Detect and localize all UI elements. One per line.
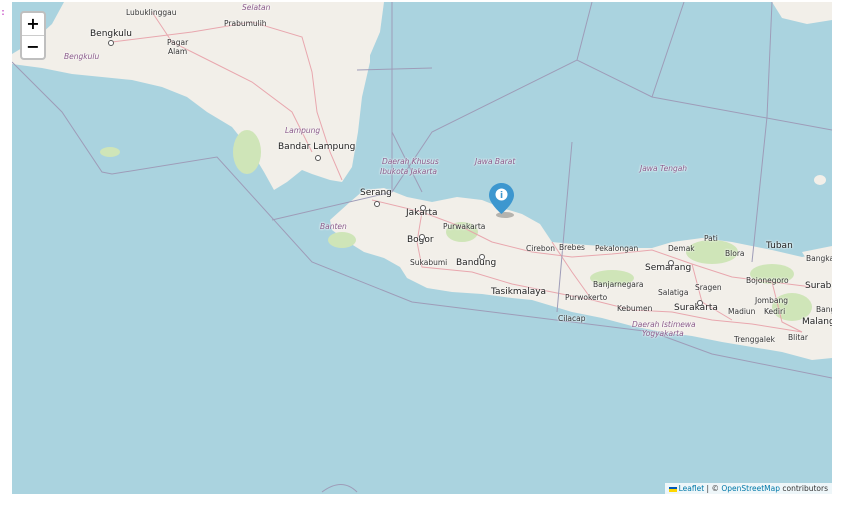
place-label-lubuklinggau: Lubuklinggau	[126, 8, 177, 17]
place-label-yogyakarta: Yogyakarta	[642, 329, 684, 338]
attribution-separator: | ©	[704, 484, 722, 493]
place-label-lampung: Lampung	[285, 126, 321, 135]
place-label-cirebon: Cirebon	[526, 244, 555, 253]
place-label-blitar: Blitar	[788, 333, 808, 342]
city-dot	[419, 234, 425, 240]
city-dot	[697, 300, 703, 306]
ukraine-flag-icon	[668, 486, 677, 492]
place-label-purwokerto: Purwokerto	[565, 293, 608, 302]
place-label-pagar-alam: Pagar Alam	[167, 38, 189, 56]
place-label-bangka: Bangka	[806, 254, 832, 263]
place-label-tasikmalaya: Tasikmalaya	[491, 287, 547, 297]
place-label-kebumen: Kebumen	[617, 304, 653, 313]
place-label-ibukota-jakarta: Ibukota Jakarta	[380, 167, 437, 176]
city-dot	[108, 40, 114, 46]
page-marker: :	[0, 7, 7, 18]
place-label-tuban: Tuban	[766, 241, 793, 251]
place-label-bengkulu-city: Bengkulu	[90, 29, 132, 39]
sumatra-landmass	[12, 2, 370, 190]
city-dot	[374, 201, 380, 207]
place-label-cilacap: Cilacap	[558, 314, 586, 323]
kalimantan-edge	[772, 2, 832, 24]
map-container[interactable]: Lubuklinggau Selatan Prabumulih Bengkulu…	[12, 2, 832, 494]
zoom-in-button[interactable]: +	[22, 13, 44, 36]
place-label-trenggalek: Trenggalek	[734, 335, 775, 344]
place-label-daerah-istimewa: Daerah Istimewa	[632, 320, 696, 329]
place-label-banten: Banten	[320, 222, 347, 231]
city-dot	[315, 155, 321, 161]
map-marker[interactable]: i	[489, 183, 514, 219]
city-dot	[420, 205, 426, 211]
place-label-serang: Serang	[360, 188, 392, 198]
place-label-malang: Malang	[802, 317, 832, 327]
place-label-jawa-barat: Jawa Barat	[475, 157, 516, 166]
forest-patch	[814, 175, 826, 185]
place-label-brebes: Brebes	[559, 243, 585, 252]
place-label-jombang: Jombang	[755, 296, 788, 305]
place-label-bandar-lampung: Bandar Lampung	[278, 142, 356, 152]
zoom-out-button[interactable]: −	[22, 36, 44, 58]
place-label-madiun: Madiun	[728, 307, 756, 316]
place-label-surakarta: Surakarta	[674, 303, 718, 313]
place-label-pati: Pati	[704, 234, 718, 243]
place-label-prabumulih: Prabumulih	[224, 19, 267, 28]
zoom-control: + −	[20, 11, 46, 60]
place-label-bang: Bang	[816, 305, 832, 314]
forest-patch	[100, 147, 120, 157]
city-dot	[668, 260, 674, 266]
forest-patch	[328, 232, 356, 248]
osm-link[interactable]: OpenStreetMap	[721, 484, 780, 493]
info-icon-glyph: i	[500, 191, 503, 201]
place-label-kediri: Kediri	[764, 307, 786, 316]
place-label-bengkulu-region: Bengkulu	[64, 52, 100, 61]
place-label-salatiga: Salatiga	[658, 288, 689, 297]
place-label-blora: Blora	[725, 249, 745, 258]
place-label-semarang: Semarang	[645, 263, 692, 273]
attribution-suffix: contributors	[780, 484, 828, 493]
place-label-banjarnegara: Banjarnegara	[593, 280, 644, 289]
place-label-daerah-khusus: Daerah Khusus	[382, 157, 439, 166]
place-label-sragen: Sragen	[695, 283, 722, 292]
place-label-suraba: Suraba	[805, 281, 832, 291]
place-label-pekalongan: Pekalongan	[595, 244, 639, 253]
place-label-bojonegoro: Bojonegoro	[746, 276, 789, 285]
place-label-sukabumi: Sukabumi	[410, 258, 448, 267]
place-label-purwakarta: Purwakarta	[443, 222, 486, 231]
map-tiles[interactable]	[12, 2, 832, 494]
place-label-demak: Demak	[668, 244, 695, 253]
place-label-bandung: Bandung	[456, 258, 497, 268]
marker-shadow	[496, 212, 514, 218]
place-label-jawa-tengah: Jawa Tengah	[640, 164, 688, 173]
city-dot	[479, 254, 485, 260]
place-label-selatan: Selatan	[242, 3, 271, 12]
map-attribution: Leaflet | © OpenStreetMap contributors	[664, 483, 832, 494]
leaflet-link[interactable]: Leaflet	[679, 484, 705, 493]
forest-patch	[233, 130, 261, 174]
